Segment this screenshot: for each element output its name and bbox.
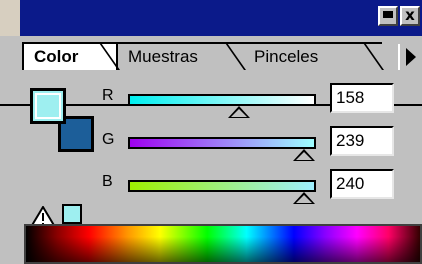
slider-g-track[interactable] (128, 137, 316, 149)
foreground-color-swatch[interactable] (30, 88, 66, 124)
value-field-r[interactable]: 158 (330, 83, 394, 113)
slider-label-b: B (102, 173, 113, 190)
color-spectrum-ramp[interactable] (24, 224, 422, 264)
slider-b-thumb[interactable] (293, 192, 315, 204)
value-field-g[interactable]: 239 (330, 126, 394, 156)
tab-bar: Color Muestras Pinceles (0, 36, 422, 106)
slider-r-thumb[interactable] (228, 106, 250, 118)
title-bar-left-edge (0, 0, 20, 36)
gamut-warning-swatch[interactable] (62, 204, 82, 224)
minimize-button[interactable] (378, 6, 398, 26)
color-panel: R 158 G 239 B 240 (0, 70, 422, 264)
panel-menu-button[interactable] (398, 44, 422, 70)
tab-muestras[interactable]: Muestras (118, 42, 244, 70)
slider-label-r: R (102, 87, 114, 104)
close-button[interactable]: x (400, 6, 420, 26)
minimize-icon (383, 11, 393, 18)
slider-r-track[interactable] (128, 94, 316, 106)
slider-b-track[interactable] (128, 180, 316, 192)
arrow-right-icon (406, 48, 416, 66)
slider-g-thumb[interactable] (293, 149, 315, 161)
tab-pinceles[interactable]: Pinceles (244, 42, 382, 70)
title-bar-strip (20, 0, 422, 36)
slider-label-g: G (102, 131, 115, 148)
value-field-b[interactable]: 240 (330, 169, 394, 199)
title-bar[interactable]: x (0, 0, 422, 36)
